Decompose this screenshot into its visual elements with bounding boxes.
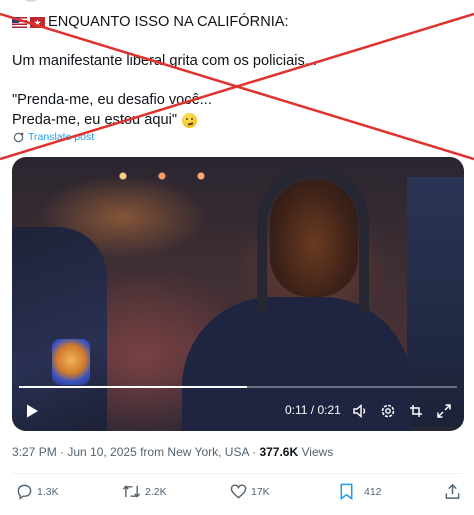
video-frame-lights (97, 167, 227, 185)
us-flag-icon (12, 17, 27, 29)
repost-button[interactable]: 2.2K (122, 483, 167, 500)
share-button[interactable] (444, 483, 465, 500)
share-icon (445, 483, 460, 499)
fullscreen-icon[interactable] (436, 403, 452, 419)
translate-post-link[interactable]: Translate post (13, 131, 94, 143)
thinking-face-icon (182, 112, 197, 128)
picture-in-picture-icon[interactable] (408, 403, 424, 419)
reply-icon (17, 484, 32, 500)
divider (12, 473, 462, 474)
action-bar: 1.3K 2.2K 17K 412 (0, 476, 474, 508)
volume-icon[interactable] (352, 403, 368, 419)
views-label: Views (298, 445, 334, 459)
like-button[interactable]: 17K (230, 483, 270, 500)
bookmark-button[interactable]: 412 (338, 483, 382, 500)
video-frame-hood (257, 167, 369, 312)
video-frame-right-figure (407, 177, 464, 427)
tweet-timestamp[interactable]: 3:27 PM · Jun 10, 2025 from New York, US… (12, 445, 259, 459)
like-count: 17K (251, 485, 270, 498)
video-time: 0:11 / 0:21 (285, 403, 341, 417)
video-progress-fill (19, 386, 247, 388)
california-flag-icon (30, 17, 45, 29)
repost-count: 2.2K (145, 485, 167, 498)
video-frame-badge (52, 339, 90, 385)
tweet-quote-end: Preda-me, eu estou aqui" (12, 111, 177, 128)
tweet-meta: 3:27 PM · Jun 10, 2025 from New York, US… (12, 445, 333, 459)
translate-icon (13, 132, 24, 142)
play-icon[interactable] (24, 403, 40, 419)
tweet-line-2: Um manifestante liberal grita com os pol… (12, 53, 317, 69)
tweet-headline: ENQUANTO ISSO NA CALIFÓRNIA: (48, 14, 289, 30)
settings-icon[interactable] (380, 403, 396, 419)
reply-count: 1.3K (37, 485, 59, 498)
bookmark-icon (340, 483, 353, 500)
repost-icon (122, 485, 141, 498)
video-controls: 0:11 / 0:21 (12, 395, 464, 425)
tweet-line-4: Preda-me, eu estou aqui" (12, 111, 462, 131)
video-progress-bar[interactable] (19, 386, 457, 388)
translate-label: Translate post (28, 131, 95, 143)
views-count: 377.6K (259, 445, 299, 459)
bookmark-count: 412 (364, 485, 382, 498)
video-player[interactable]: 0:11 / 0:21 (12, 157, 464, 431)
reply-button[interactable]: 1.3K (16, 483, 59, 500)
avatar[interactable] (20, 0, 42, 2)
tweet-page: ENQUANTO ISSO NA CALIFÓRNIA: Um manifest… (0, 0, 474, 515)
tweet-line-3: "Prenda-me, eu desafio você... (12, 92, 212, 108)
heart-icon (230, 484, 247, 499)
tweet-text: ENQUANTO ISSO NA CALIFÓRNIA: Um manifest… (12, 13, 462, 130)
tweet-line-1: ENQUANTO ISSO NA CALIFÓRNIA: (12, 13, 462, 33)
